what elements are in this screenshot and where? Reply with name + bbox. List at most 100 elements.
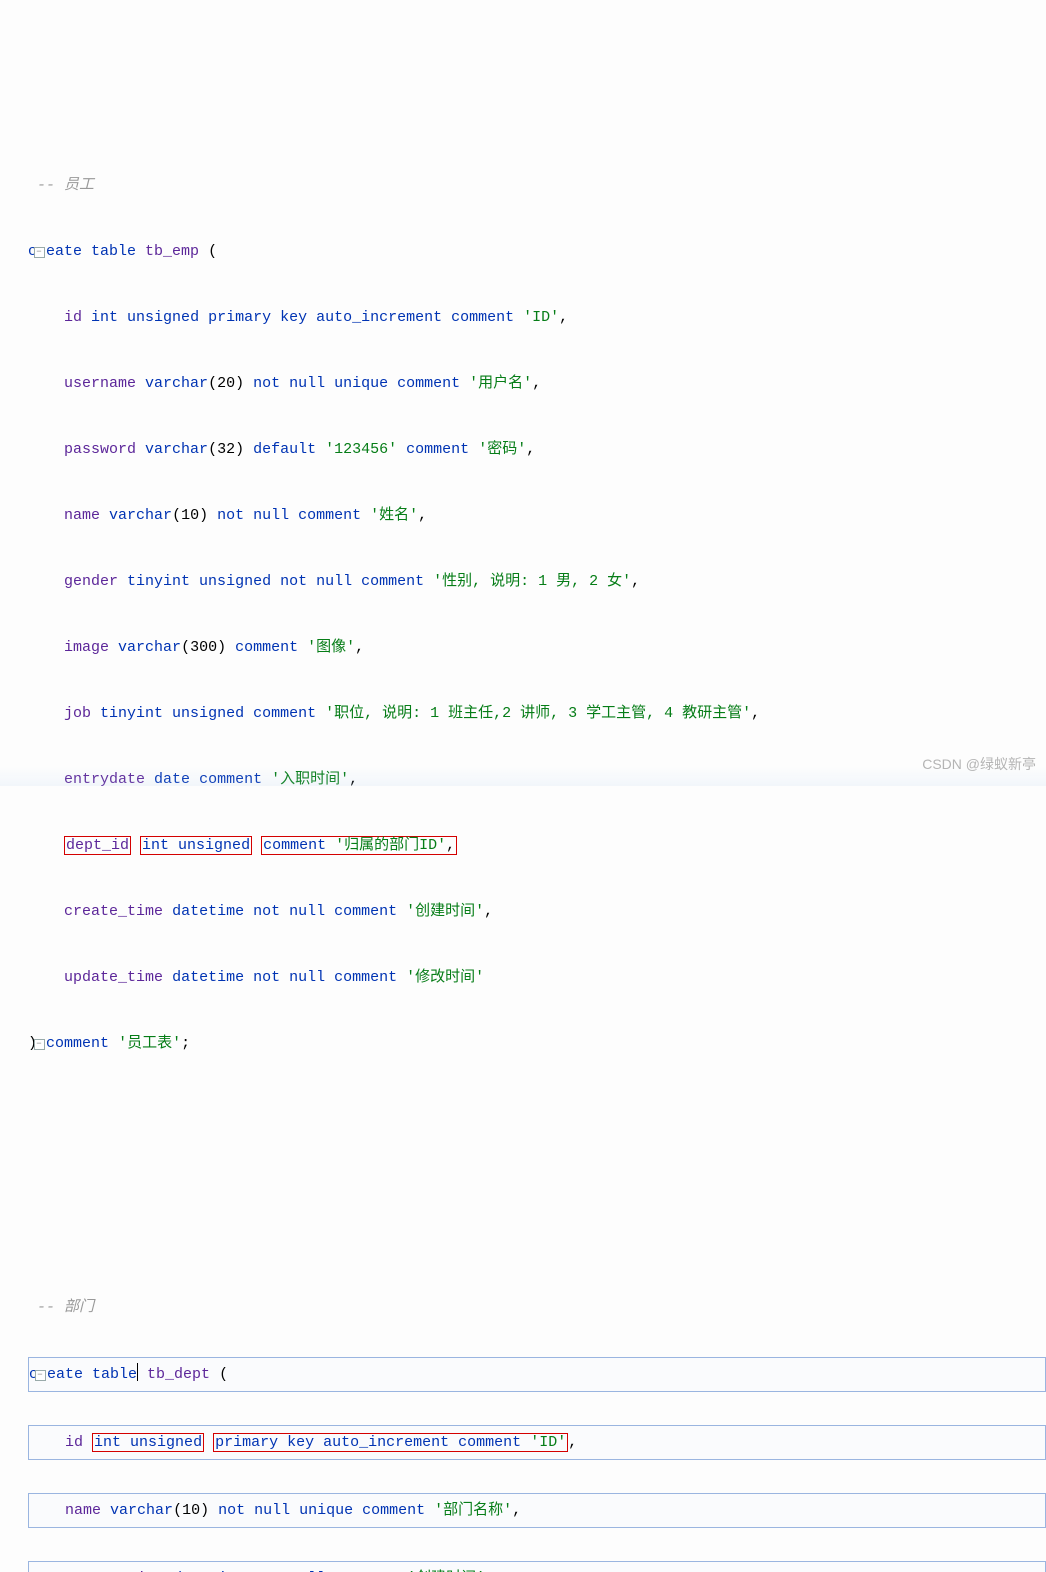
col-image: image xyxy=(64,639,109,656)
args: (10) xyxy=(172,507,208,524)
comma: , xyxy=(512,1502,521,1519)
string: 'ID' xyxy=(530,1434,566,1451)
code-line[interactable] xyxy=(28,1225,1046,1258)
string: '用户名' xyxy=(469,375,532,392)
type: int unsigned xyxy=(94,1434,202,1451)
mods: not null xyxy=(217,507,289,524)
fold-gutter[interactable]: − xyxy=(29,1358,51,1391)
string: '创建时间' xyxy=(406,903,484,920)
comma: , xyxy=(532,375,541,392)
col-password: password xyxy=(64,441,136,458)
comma: , xyxy=(751,705,760,722)
paren-open: ( xyxy=(208,243,217,260)
string: '职位, 说明: 1 班主任,2 讲师, 3 学工主管, 4 教研主管' xyxy=(325,705,751,722)
fold-gutter[interactable]: − xyxy=(28,1027,50,1060)
kw-comment: comment xyxy=(362,1502,425,1519)
kw-comment: comment xyxy=(361,573,424,590)
type: int unsigned xyxy=(142,837,250,854)
comma: , xyxy=(349,771,358,788)
mods: default xyxy=(253,441,316,458)
kw-comment: comment xyxy=(397,375,460,392)
string: '入职时间' xyxy=(271,771,349,788)
comma: , xyxy=(559,309,568,326)
code-line[interactable]: username varchar(20) not null unique com… xyxy=(28,367,1046,400)
code-line[interactable]: password varchar(32) default '123456' co… xyxy=(28,433,1046,466)
col-dept-id: dept_id xyxy=(66,837,129,854)
semicolon: ; xyxy=(181,1035,190,1052)
col-create-time: create_time xyxy=(64,903,163,920)
default-val: '123456' xyxy=(325,441,397,458)
mods: primary key auto_increment xyxy=(215,1434,449,1451)
kw-comment: comment xyxy=(253,705,316,722)
code-line[interactable] xyxy=(28,1093,1046,1126)
code-editor[interactable]: -- 员工 −create table tb_emp ( id int unsi… xyxy=(0,136,1046,1572)
fold-minus-icon[interactable]: − xyxy=(34,1039,45,1050)
code-line[interactable]: job tinyint unsigned comment '职位, 说明: 1 … xyxy=(28,697,1046,730)
type: datetime not null xyxy=(172,969,325,986)
type: tinyint unsigned not null xyxy=(127,573,352,590)
col-job: job xyxy=(64,705,91,722)
paren-open: ( xyxy=(219,1366,228,1383)
table-name: tb_dept xyxy=(147,1366,210,1383)
code-line[interactable]: update_time datetime not null comment '修… xyxy=(28,961,1046,994)
sql-comment: -- 员工 xyxy=(37,177,94,194)
code-line[interactable]: -- 员工 xyxy=(28,169,1046,202)
kw-comment: comment xyxy=(46,1035,109,1052)
kw-comment: comment xyxy=(263,837,326,854)
string: '性别, 说明: 1 男, 2 女' xyxy=(433,573,631,590)
string: '部门名称' xyxy=(434,1502,512,1519)
string: '修改时间' xyxy=(406,969,484,986)
string: '员工表' xyxy=(118,1035,181,1052)
code-line[interactable]: entrydate date comment '入职时间', xyxy=(28,763,1046,796)
code-line[interactable]: create_time datetime not null comment '创… xyxy=(28,895,1046,928)
kw-comment: comment xyxy=(199,771,262,788)
code-line[interactable]: −create table tb_emp ( xyxy=(28,235,1046,268)
col-entrydate: entrydate xyxy=(64,771,145,788)
sql-comment: -- 部门 xyxy=(37,1299,94,1316)
fold-minus-icon[interactable]: − xyxy=(35,1370,46,1381)
string: '密码' xyxy=(478,441,526,458)
kw-comment: comment xyxy=(334,969,397,986)
string: '图像' xyxy=(307,639,355,656)
fold-minus-icon[interactable]: − xyxy=(34,247,45,258)
type: int unsigned primary key auto_increment xyxy=(91,309,442,326)
code-line[interactable]: −create table tb_dept ( xyxy=(28,1357,1046,1392)
type: varchar xyxy=(145,441,208,458)
type: varchar xyxy=(109,507,172,524)
kw-comment: comment xyxy=(235,639,298,656)
args: (10) xyxy=(173,1502,209,1519)
code-line[interactable]: name varchar(10) not null unique comment… xyxy=(28,1493,1046,1528)
comma: , xyxy=(631,573,640,590)
code-line[interactable] xyxy=(28,1159,1046,1192)
type: datetime not null xyxy=(173,1570,326,1572)
code-line[interactable]: image varchar(300) comment '图像', xyxy=(28,631,1046,664)
kw-comment: comment xyxy=(406,441,469,458)
code-line[interactable]: id int unsigned primary key auto_increme… xyxy=(28,1425,1046,1460)
col-update-time: update_time xyxy=(64,969,163,986)
code-line[interactable]: id int unsigned primary key auto_increme… xyxy=(28,301,1046,334)
col-id: id xyxy=(65,1434,83,1451)
highlight-box: dept_id xyxy=(64,836,131,855)
text-cursor xyxy=(137,1363,138,1381)
comma: , xyxy=(526,441,535,458)
string: 'ID' xyxy=(523,309,559,326)
col-gender: gender xyxy=(64,573,118,590)
string: '姓名' xyxy=(370,507,418,524)
comma: , xyxy=(418,507,427,524)
highlight-box: int unsigned xyxy=(140,836,252,855)
code-line[interactable]: dept_id int unsigned comment '归属的部门ID', xyxy=(28,829,1046,862)
comma: , xyxy=(355,639,364,656)
code-line[interactable]: gender tinyint unsigned not null comment… xyxy=(28,565,1046,598)
col-name: name xyxy=(65,1502,101,1519)
highlight-box: comment '归属的部门ID', xyxy=(261,836,457,855)
code-line[interactable]: create_time datetime not null comment '创… xyxy=(28,1561,1046,1572)
highlight-box: int unsigned xyxy=(92,1433,204,1452)
code-line[interactable]: -- 部门 xyxy=(28,1291,1046,1324)
code-line[interactable]: −) comment '员工表'; xyxy=(28,1027,1046,1060)
col-create-time: create_time xyxy=(65,1570,164,1572)
kw-comment: comment xyxy=(334,903,397,920)
comma: , xyxy=(568,1434,577,1451)
code-line[interactable]: name varchar(10) not null comment '姓名', xyxy=(28,499,1046,532)
fold-gutter[interactable]: − xyxy=(28,235,50,268)
kw-comment: comment xyxy=(298,507,361,524)
